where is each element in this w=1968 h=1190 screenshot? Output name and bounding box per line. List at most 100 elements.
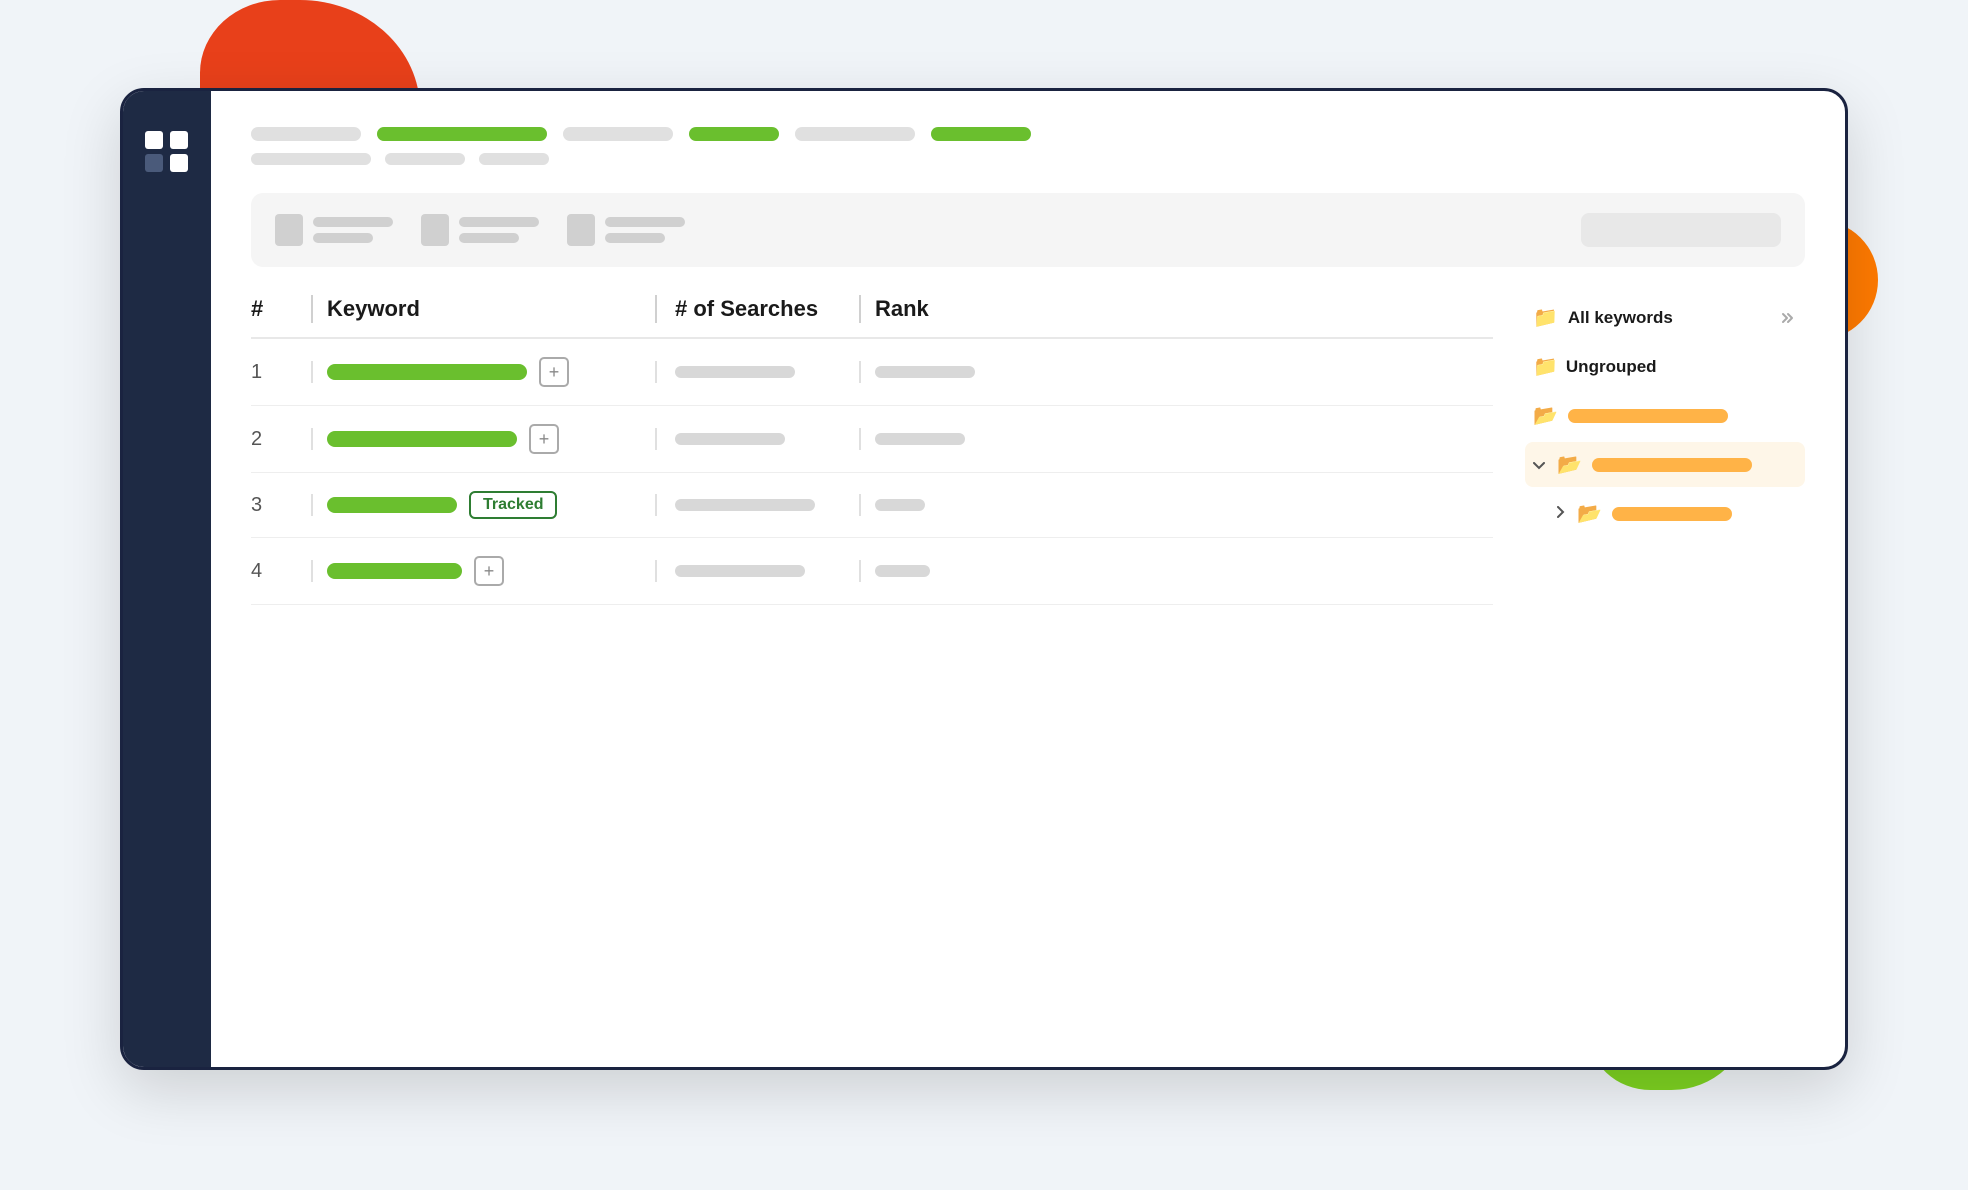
- filter-lines-3: [605, 217, 685, 243]
- folder-dark-icon: 📁: [1533, 305, 1558, 330]
- header-divider-3: [859, 295, 861, 323]
- row-4-number: 4: [251, 560, 311, 583]
- table-row-2-container: 2 +: [251, 406, 1493, 473]
- sub-pill-3[interactable]: [479, 153, 549, 165]
- row-2-rank-bar: [875, 433, 965, 445]
- chevron-down-icon: [1533, 457, 1545, 473]
- group-3-label-bar: [1612, 507, 1732, 521]
- table-row: 3 Tracked: [251, 473, 1493, 537]
- filter-line-2a: [459, 217, 539, 227]
- table-row: 2 +: [251, 406, 1493, 472]
- table-row-1-container: 1 +: [251, 339, 1493, 406]
- row-2-searches-bar: [675, 433, 785, 445]
- row-1-add-button[interactable]: +: [539, 357, 569, 387]
- nav-pill-1[interactable]: [251, 127, 361, 141]
- nav-pill-3[interactable]: [563, 127, 673, 141]
- row-2-divider-3: [859, 428, 861, 450]
- nav-pill-4-green[interactable]: [689, 127, 779, 141]
- row-1-rank-bar: [875, 366, 975, 378]
- table-area: # Keyword # of Searches Rank 1: [251, 295, 1805, 1037]
- browser-window: # Keyword # of Searches Rank 1: [120, 88, 1848, 1070]
- filter-line-3b: [605, 233, 665, 243]
- table-row-3-container: 3 Tracked: [251, 473, 1493, 538]
- main-content: # Keyword # of Searches Rank 1: [211, 91, 1845, 1067]
- filter-search-input[interactable]: [1581, 213, 1781, 247]
- group-all-keywords[interactable]: 📁 All keywords: [1525, 295, 1805, 340]
- group-item-1[interactable]: 📂: [1525, 393, 1805, 438]
- row-2-searches-cell: [659, 433, 859, 445]
- nav-pill-2-green[interactable]: [377, 127, 547, 141]
- filter-line-2b: [459, 233, 519, 243]
- row-3-rank-bar: [875, 499, 925, 511]
- row-4-searches-cell: [659, 565, 859, 577]
- row-2-divider-2: [655, 428, 657, 450]
- row-2-keyword-bar: [327, 431, 517, 447]
- row-1-divider-2: [655, 361, 657, 383]
- row-4-keyword-bar: [327, 563, 462, 579]
- nav-pill-5[interactable]: [795, 127, 915, 141]
- table-header: # Keyword # of Searches Rank: [251, 295, 1493, 339]
- row-4-add-button[interactable]: +: [474, 556, 504, 586]
- row-4-searches-bar: [675, 565, 805, 577]
- header-divider-2: [655, 295, 657, 323]
- group-item-3-sub[interactable]: 📂: [1525, 491, 1805, 536]
- row-3-divider-1: [311, 494, 313, 516]
- logo-square-3: [145, 154, 163, 172]
- filter-icon-3: [567, 214, 595, 246]
- keyword-groups-panel: 📁 All keywords 📁 Ungrouped 📂: [1525, 295, 1805, 1037]
- all-keywords-label: All keywords: [1568, 308, 1769, 328]
- folder-group-1-icon: 📂: [1533, 403, 1558, 428]
- row-1-searches-bar: [675, 366, 795, 378]
- row-3-keyword-bar: [327, 497, 457, 513]
- group-ungrouped[interactable]: 📁 Ungrouped: [1525, 344, 1805, 389]
- filter-block-1: [275, 214, 393, 246]
- row-4-keyword-cell: +: [315, 556, 655, 586]
- row-3-keyword-cell: Tracked: [315, 491, 655, 519]
- row-3-divider-2: [655, 494, 657, 516]
- col-header-number: #: [251, 296, 311, 322]
- filter-block-3: [567, 214, 685, 246]
- row-3-number: 3: [251, 494, 311, 517]
- col-header-searches: # of Searches: [659, 296, 859, 322]
- table-row-4-container: 4 +: [251, 538, 1493, 605]
- sub-nav: [251, 153, 1805, 165]
- filter-lines-1: [313, 217, 393, 243]
- row-3-rank-cell: [863, 499, 1023, 511]
- col-header-keyword: Keyword: [315, 296, 655, 322]
- sub-pill-1[interactable]: [251, 153, 371, 165]
- row-2-keyword-cell: +: [315, 424, 655, 454]
- row-4-rank-bar: [875, 565, 930, 577]
- col-header-rank: Rank: [863, 296, 1023, 322]
- table-row: 4 +: [251, 538, 1493, 604]
- folder-group-2-icon: 📂: [1557, 452, 1582, 477]
- row-1-keyword-bar: [327, 364, 527, 380]
- chevron-right-icon: [1557, 506, 1565, 521]
- row-1-rank-cell: [863, 366, 1023, 378]
- row-4-divider-3: [859, 560, 861, 582]
- row-3-searches-cell: [659, 499, 859, 511]
- row-2-number: 2: [251, 428, 311, 451]
- row-4-rank-cell: [863, 565, 1023, 577]
- table-row: 1 +: [251, 339, 1493, 405]
- sub-pill-2[interactable]: [385, 153, 465, 165]
- row-4-divider-1: [311, 560, 313, 582]
- sidebar: [123, 91, 211, 1067]
- row-2-divider-1: [311, 428, 313, 450]
- filter-line-3a: [605, 217, 685, 227]
- row-1-divider-1: [311, 361, 313, 383]
- row-1-searches-cell: [659, 366, 859, 378]
- group-item-2-active[interactable]: 📂: [1525, 442, 1805, 487]
- row-3-divider-3: [859, 494, 861, 516]
- filter-line-1b: [313, 233, 373, 243]
- double-chevron-icon: [1779, 311, 1797, 325]
- row-2-add-button[interactable]: +: [529, 424, 559, 454]
- top-nav: [251, 127, 1805, 141]
- row-1-divider-3: [859, 361, 861, 383]
- nav-pill-6-green[interactable]: [931, 127, 1031, 141]
- filter-lines-2: [459, 217, 539, 243]
- group-2-label-bar: [1592, 458, 1752, 472]
- row-1-number: 1: [251, 361, 311, 384]
- filter-items: [275, 214, 685, 246]
- filter-bar: [251, 193, 1805, 267]
- tracked-badge: Tracked: [469, 491, 557, 519]
